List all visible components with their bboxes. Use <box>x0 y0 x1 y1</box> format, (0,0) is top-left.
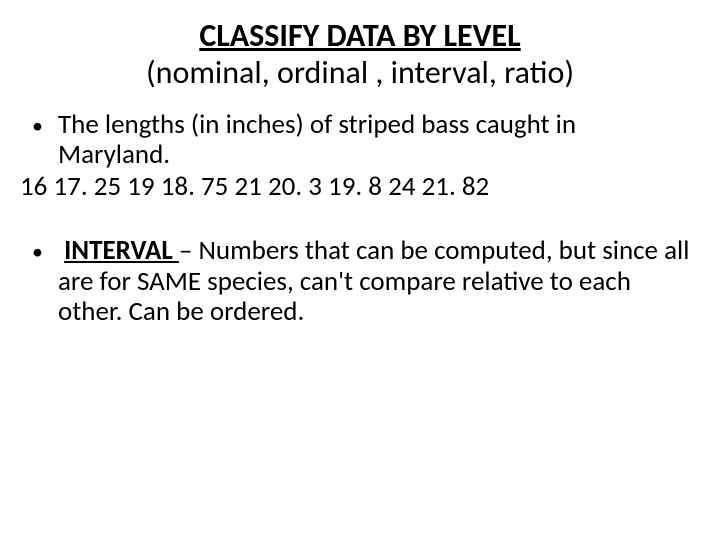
bullet-1-text: The lengths (in inches) of striped bass … <box>58 110 692 170</box>
slide: CLASSIFY DATA BY LEVEL (nominal, ordinal… <box>0 0 720 349</box>
bullet-2-text: INTERVAL – Numbers that can be computed,… <box>58 236 692 327</box>
bullet-dot: • <box>28 110 58 170</box>
bullet-dot: • <box>28 236 58 327</box>
title-line2: (nominal, ordinal , interval, ratio) <box>28 55 692 92</box>
title-line1: CLASSIFY DATA BY LEVEL <box>28 18 692 55</box>
title-block: CLASSIFY DATA BY LEVEL (nominal, ordinal… <box>28 18 692 92</box>
bullet-item-1: • The lengths (in inches) of striped bas… <box>28 110 692 170</box>
data-values: 16 17. 25 19 18. 75 21 20. 3 19. 8 24 21… <box>20 172 692 202</box>
content: • The lengths (in inches) of striped bas… <box>28 110 692 327</box>
bullet-item-2: • INTERVAL – Numbers that can be compute… <box>28 236 692 327</box>
answer-label: INTERVAL <box>64 234 179 267</box>
